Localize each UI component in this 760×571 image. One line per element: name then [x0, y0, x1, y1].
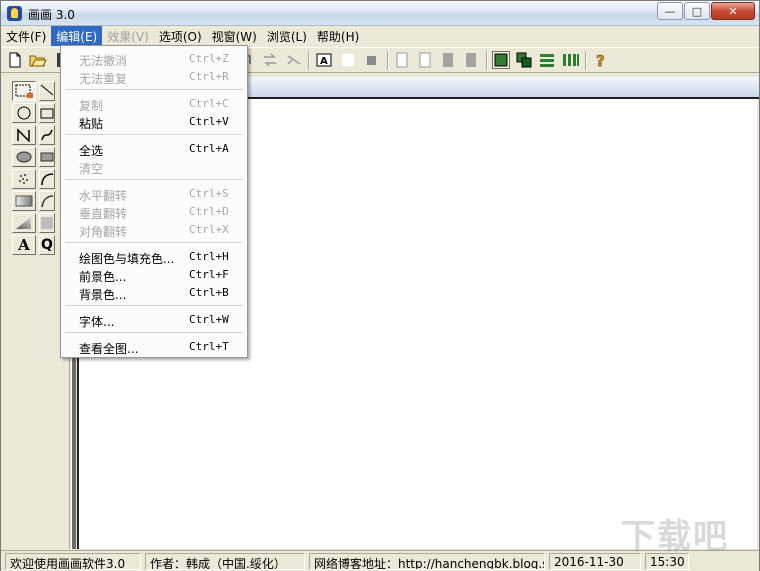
polyline-tool[interactable]	[12, 125, 36, 145]
rect-select-tool[interactable]	[12, 81, 36, 101]
maximize-icon: □	[691, 4, 703, 18]
menu-item-redo[interactable]: 无法重复 Ctrl+R	[63, 68, 245, 86]
vertical-bars-icon[interactable]	[561, 51, 581, 69]
rect-select-icon	[15, 84, 33, 98]
menu-separator	[65, 305, 243, 307]
text-frame-icon[interactable]: A	[315, 51, 333, 69]
filled-rect-icon	[40, 152, 54, 162]
menu-item-draw-fill-color[interactable]: 绘图色与填充色... Ctrl+H	[63, 248, 245, 266]
magnifier-icon: Q	[41, 237, 53, 253]
curve-icon	[41, 129, 53, 141]
gradient-shape-tool[interactable]	[39, 191, 55, 211]
filled-rect-tool[interactable]	[39, 147, 55, 167]
curve-tool[interactable]	[39, 125, 55, 145]
polyline-icon	[17, 128, 30, 142]
spray-tool[interactable]	[12, 169, 36, 189]
gradient-3d-tool[interactable]	[12, 213, 36, 233]
svg-text:A: A	[320, 56, 328, 67]
menu-item-font[interactable]: 字体... Ctrl+W	[63, 311, 245, 329]
new-file-icon[interactable]	[6, 51, 24, 69]
filled-ellipse-icon	[16, 151, 32, 163]
swap-icon[interactable]	[261, 51, 279, 69]
toolbar-separator	[308, 51, 310, 70]
text-tool-icon: A	[18, 236, 30, 254]
menu-item-flip-diagonal[interactable]: 对角翻转 Ctrl+X	[63, 221, 245, 239]
blur-icon	[41, 217, 53, 229]
minimize-icon: —	[664, 4, 676, 18]
horizontal-lines-icon[interactable]	[538, 51, 556, 69]
outline-rect-2-icon[interactable]	[416, 51, 434, 69]
window-title: 画画 3.0	[28, 8, 75, 22]
text-tool[interactable]: A	[12, 235, 36, 255]
blur-tool[interactable]	[39, 213, 55, 233]
spray-icon	[19, 174, 28, 184]
filled-ellipse-tool[interactable]	[12, 147, 36, 167]
help-icon[interactable]: ?	[592, 51, 610, 69]
menu-options[interactable]: 选项(O)	[154, 26, 207, 46]
edit-menu-dropdown: 无法撤消 Ctrl+Z 无法重复 Ctrl+R 复制 Ctrl+C 粘贴 Ctr…	[60, 45, 248, 358]
rectangle-icon	[40, 108, 54, 119]
rectangle-tool[interactable]	[39, 103, 55, 123]
status-blog: 网络博客地址：http://hanchengbk.blog.sc	[309, 553, 545, 570]
status-author: 作者：韩成（中国.绥化）	[145, 553, 305, 570]
menu-browse[interactable]: 浏览(L)	[262, 26, 312, 46]
green-square-icon[interactable]	[492, 51, 510, 69]
menu-help[interactable]: 帮助(H)	[312, 26, 364, 46]
menu-item-select-all[interactable]: 全选 Ctrl+A	[63, 140, 245, 158]
overlap-squares-icon[interactable]	[515, 51, 533, 69]
gradient-rect-tool[interactable]	[12, 191, 36, 211]
ellipse-icon	[17, 106, 31, 120]
maximize-button[interactable]: □	[684, 2, 710, 20]
menu-item-background-color[interactable]: 背景色... Ctrl+B	[63, 284, 245, 302]
toolbar-separator	[387, 51, 389, 70]
gray-rect-2-icon[interactable]	[462, 51, 480, 69]
title-bar[interactable]: 画画 3.0 — □ ✕	[1, 1, 759, 26]
menu-effects[interactable]: 效果(V)	[102, 26, 154, 46]
gradient-rect-icon	[15, 195, 33, 207]
menu-item-flip-vertical[interactable]: 垂直翻转 Ctrl+D	[63, 203, 245, 221]
menu-separator	[65, 134, 243, 136]
site-watermark: 下载吧	[621, 517, 729, 557]
menu-item-paste[interactable]: 粘贴 Ctrl+V	[63, 113, 245, 131]
white-swatch-icon[interactable]	[339, 51, 357, 69]
close-button[interactable]: ✕	[711, 2, 755, 20]
menu-separator	[65, 242, 243, 244]
arc-icon	[41, 173, 54, 186]
menu-file[interactable]: 文件(F)	[1, 26, 51, 46]
gradient-3d-icon	[16, 217, 31, 229]
line-icon	[40, 84, 54, 96]
svg-text:?: ?	[596, 52, 605, 68]
menu-separator	[65, 89, 243, 91]
minimize-button[interactable]: —	[657, 2, 683, 20]
menu-bar: 文件(F) 编辑(E) 效果(V) 选项(O) 视窗(W) 浏览(L) 帮助(H…	[1, 26, 759, 46]
menu-window[interactable]: 视窗(W)	[207, 26, 262, 46]
caption-buttons: — □ ✕	[657, 2, 755, 20]
line-tool[interactable]	[39, 81, 55, 101]
ellipse-tool[interactable]	[12, 103, 36, 123]
no-swap-icon[interactable]	[285, 51, 303, 69]
menu-item-view-full-image[interactable]: 查看全图... Ctrl+T	[63, 338, 245, 356]
status-welcome: 欢迎使用画画软件3.0	[5, 553, 141, 570]
menu-separator	[65, 179, 243, 181]
menu-item-flip-horizontal[interactable]: 水平翻转 Ctrl+S	[63, 185, 245, 203]
gray-swatch-icon[interactable]	[362, 51, 380, 69]
magnifier-tool[interactable]: Q	[39, 235, 55, 255]
toolbar-separator	[486, 51, 488, 70]
toolbar-separator	[585, 51, 587, 70]
menu-edit[interactable]: 编辑(E)	[51, 26, 103, 46]
menu-item-foreground-color[interactable]: 前景色... Ctrl+F	[63, 266, 245, 284]
gray-rect-icon[interactable]	[439, 51, 457, 69]
menu-item-copy[interactable]: 复制 Ctrl+C	[63, 95, 245, 113]
outline-rect-icon[interactable]	[393, 51, 411, 69]
menu-item-clear[interactable]: 清空	[63, 158, 245, 176]
open-folder-icon[interactable]	[29, 51, 47, 69]
app-icon	[7, 6, 22, 21]
close-icon: ✕	[728, 4, 738, 18]
arc-tool[interactable]	[39, 169, 55, 189]
menu-item-undo[interactable]: 无法撤消 Ctrl+Z	[63, 50, 245, 68]
menu-separator	[65, 332, 243, 334]
app-window: 画画 3.0 — □ ✕ 文件(F) 编辑(E) 效果(V) 选项(O) 视窗(…	[0, 0, 760, 571]
gradient-shape-icon	[41, 195, 54, 208]
